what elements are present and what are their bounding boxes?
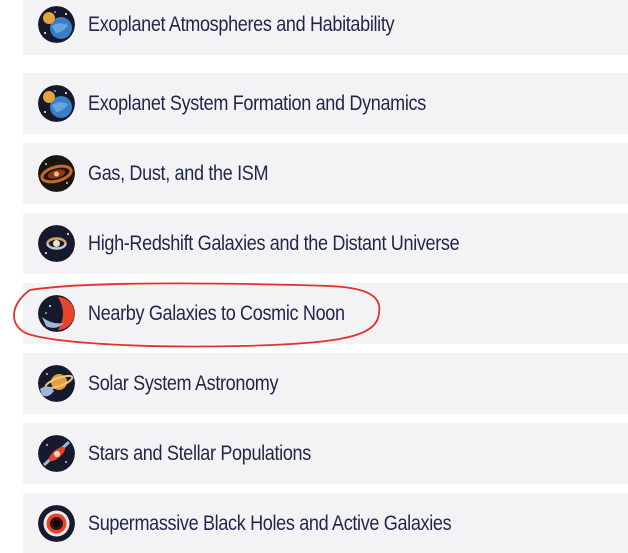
topic-high-redshift-galaxies[interactable]: High-Redshift Galaxies and the Distant U… (23, 213, 628, 274)
topic-exoplanet-atmospheres[interactable]: Exoplanet Atmospheres and Habitability (23, 0, 628, 55)
topic-stars-stellar-populations[interactable]: Stars and Stellar Populations (23, 423, 628, 484)
topic-label: Supermassive Black Holes and Active Gala… (88, 511, 452, 535)
topic-exoplanet-system-formation[interactable]: Exoplanet System Formation and Dynamics (23, 73, 628, 134)
exoplanet-system-icon (38, 85, 75, 122)
cosmic-noon-icon (38, 295, 75, 332)
topic-label: High-Redshift Galaxies and the Distant U… (88, 231, 460, 255)
topic-solar-system-astronomy[interactable]: Solar System Astronomy (23, 353, 628, 414)
topic-label: Stars and Stellar Populations (88, 441, 311, 465)
black-hole-icon (38, 505, 75, 542)
topic-label: Exoplanet System Formation and Dynamics (88, 91, 426, 115)
topic-supermassive-black-holes[interactable]: Supermassive Black Holes and Active Gala… (23, 493, 628, 553)
topic-label: Exoplanet Atmospheres and Habitability (88, 12, 395, 36)
topic-label: Gas, Dust, and the ISM (88, 161, 269, 185)
topic-label: Solar System Astronomy (88, 371, 279, 395)
topic-page: Exoplanet Atmospheres and Habitability E… (0, 0, 628, 553)
exoplanet-icon (38, 6, 75, 43)
topic-nearby-galaxies-cosmic-noon[interactable]: Nearby Galaxies to Cosmic Noon (23, 283, 628, 344)
star-burst-icon (38, 435, 75, 472)
saturn-icon (38, 365, 75, 402)
spiral-galaxy-icon (38, 225, 75, 262)
nebula-icon (38, 155, 75, 192)
topic-gas-dust-ism[interactable]: Gas, Dust, and the ISM (23, 143, 628, 204)
topic-label: Nearby Galaxies to Cosmic Noon (88, 301, 345, 325)
